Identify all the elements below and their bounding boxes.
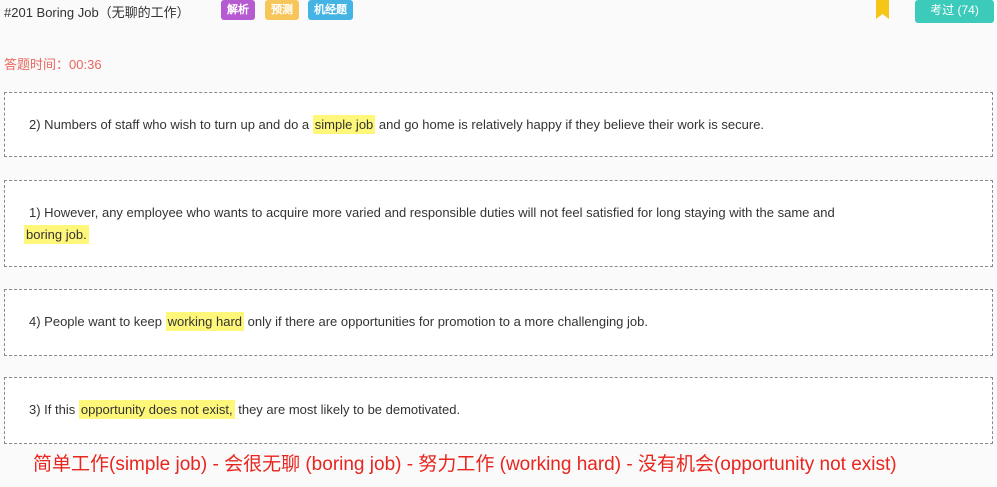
answer-timer: 答题时间：00:36 [4,54,102,73]
bookmark-icon[interactable] [876,0,889,19]
top-bar: #201 Boring Job（无聊的工作） 解析 预测 机经题 考过 (74) [0,0,997,24]
sentence-index: 3) [29,402,41,417]
sentence-index: 4) [29,314,41,329]
sentence-card[interactable]: 1) However, any employee who wants to ac… [4,180,993,267]
timer-value: 00:36 [69,57,102,72]
sentence-text: they are most likely to be demotivated. [234,402,461,417]
sentence-text: Numbers of staff who wish to turn up and… [40,117,313,132]
sentence-card[interactable]: 4) People want to keep working hard only… [4,289,993,356]
sentence-highlight: working hard [165,312,245,331]
sentence-text: If this [40,402,79,417]
sentence-text: only if there are opportunities for prom… [244,314,648,329]
question-title: #201 Boring Job（无聊的工作） [4,5,190,20]
sentence-highlight: opportunity does not exist, [78,400,235,419]
sentence-index: 1) [29,205,41,220]
sentence-highlight: simple job [312,115,376,134]
sentence-text: However, any employee who wants to acqui… [40,205,835,220]
exam-count-button[interactable]: 考过 (74) [915,0,994,23]
sentence-highlight: boring job. [24,225,89,244]
sentence-text: People want to keep [40,314,166,329]
timer-label: 答题时间： [4,57,70,72]
sentence-text: and go home is relatively happy if they … [375,117,765,132]
answer-summary: 简单工作(simple job) - 会很无聊 (boring job) - 努… [33,454,897,475]
tag-analysis[interactable]: 解析 [221,0,255,20]
sentence-card[interactable]: 2) Numbers of staff who wish to turn up … [4,92,993,157]
tag-predict[interactable]: 预测 [265,0,299,20]
tag-machine-question[interactable]: 机经题 [308,0,353,20]
sentence-card[interactable]: 3) If this opportunity does not exist, t… [4,377,993,444]
sentence-index: 2) [29,117,41,132]
